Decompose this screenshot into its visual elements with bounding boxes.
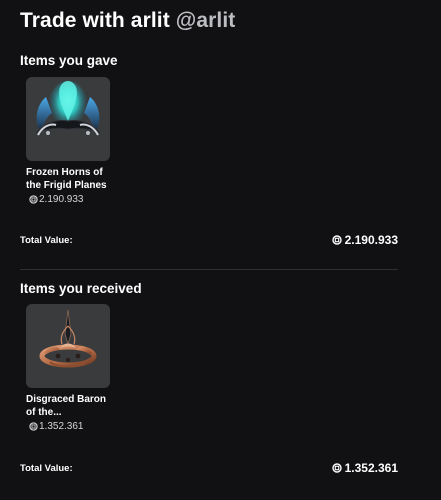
section-divider: [20, 269, 398, 270]
received-item-card[interactable]: Disgraced Baron of the... 1.352.361: [26, 304, 112, 432]
disgraced-baron-thumbnail[interactable]: [26, 304, 110, 388]
received-total-row: Total Value: 1.352.361: [20, 461, 398, 475]
robux-icon: [331, 463, 342, 473]
robux-icon: [29, 195, 38, 204]
received-total-label: Total Value:: [20, 462, 73, 474]
robux-icon: [29, 422, 38, 431]
trade-title-text: Trade with arlit: [20, 9, 170, 32]
gave-total-row: Total Value: 2.190.933: [20, 233, 398, 247]
received-item-price: 1.352.361: [29, 421, 112, 432]
gave-section-heading: Items you gave: [20, 53, 118, 68]
disgraced-baron-image: [39, 309, 97, 368]
received-section-heading: Items you received: [20, 281, 142, 296]
page-title: Trade with arlit @arlit: [20, 9, 235, 33]
gave-total-value: 2.190.933: [331, 233, 398, 247]
gave-item-price: 2.190.933: [29, 194, 112, 205]
received-item-name[interactable]: Disgraced Baron of the...: [26, 393, 112, 419]
received-total-amount: 1.352.361: [344, 461, 398, 475]
gave-total-label: Total Value:: [20, 234, 73, 246]
gave-total-amount: 2.190.933: [344, 233, 398, 247]
trade-partner-handle[interactable]: @arlit: [176, 9, 236, 32]
gave-item-card[interactable]: Frozen Horns of the Frigid Planes 2.190.…: [26, 77, 112, 205]
robux-icon: [331, 235, 342, 245]
frozen-horns-thumbnail[interactable]: [26, 77, 110, 161]
gave-item-name[interactable]: Frozen Horns of the Frigid Planes: [26, 166, 112, 192]
frozen-horns-image: [35, 81, 101, 136]
received-total-value: 1.352.361: [331, 461, 398, 475]
received-item-price-value: 1.352.361: [39, 421, 84, 432]
gave-item-price-value: 2.190.933: [39, 194, 84, 205]
